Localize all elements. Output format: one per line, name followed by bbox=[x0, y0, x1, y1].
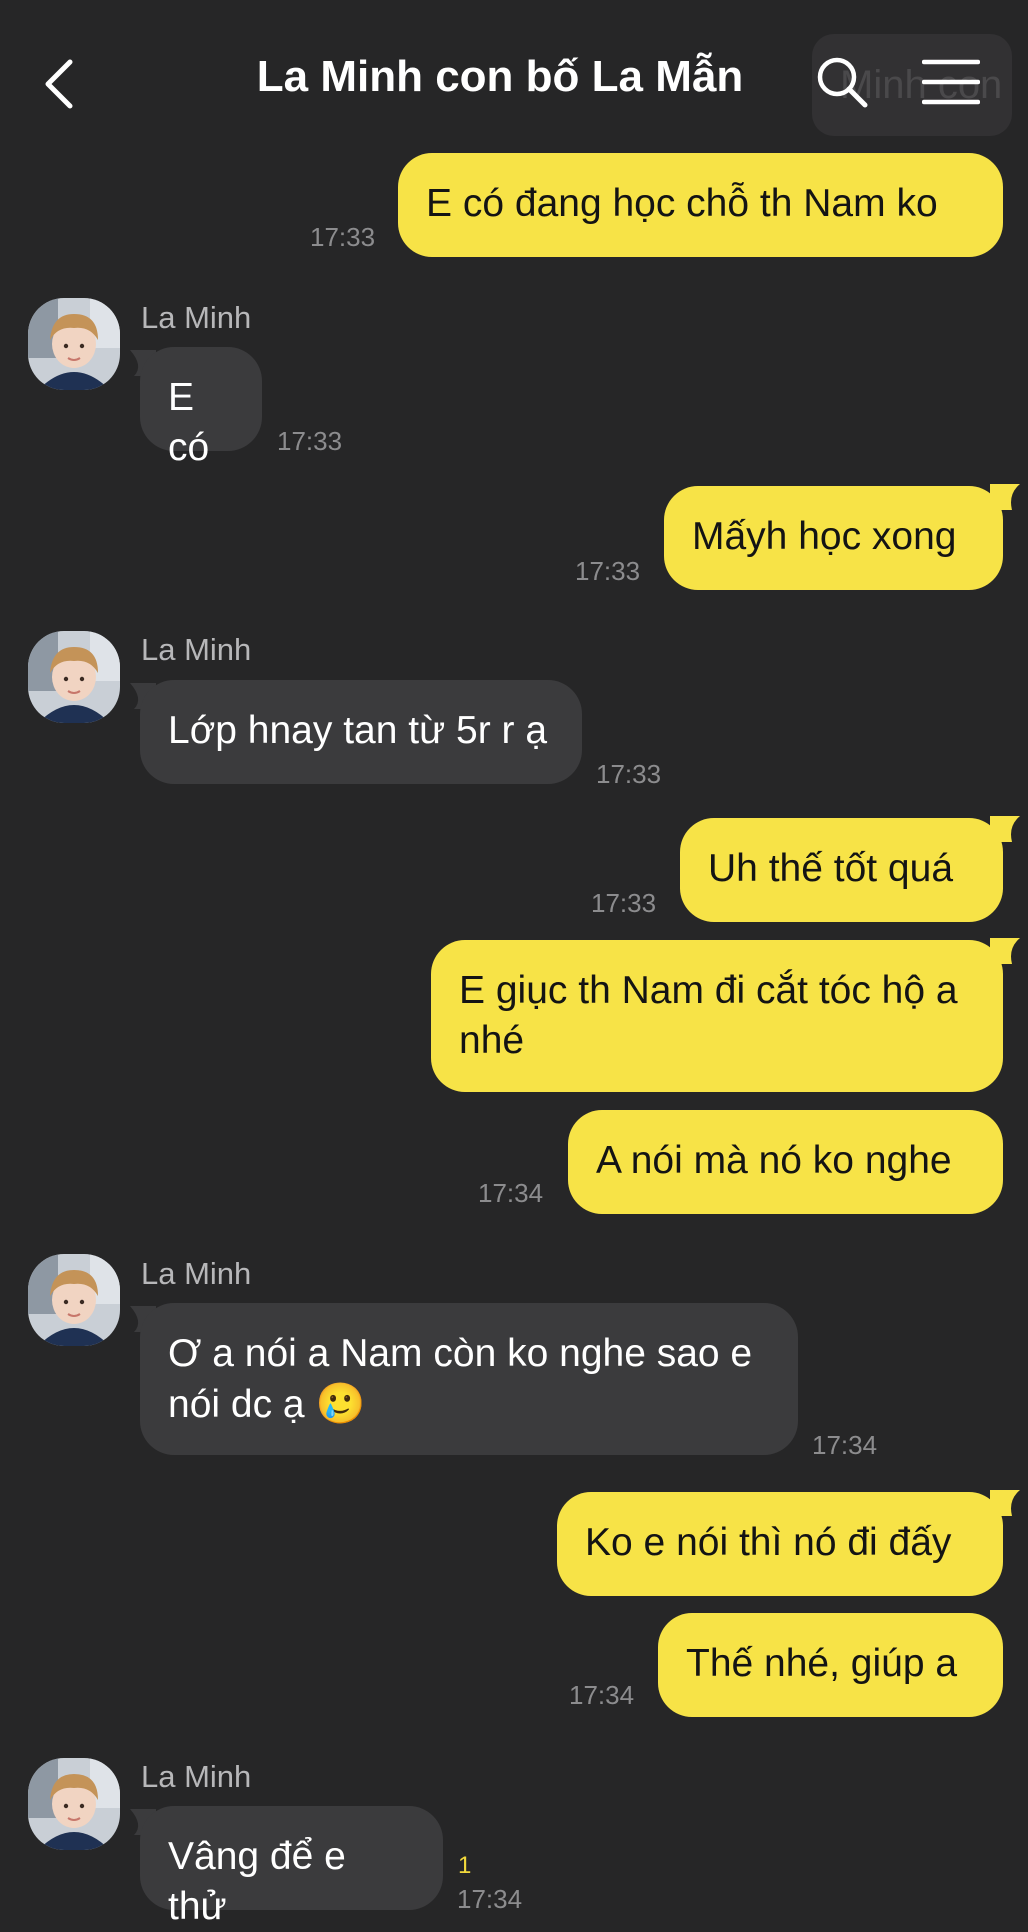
message-time: 17:33 bbox=[591, 888, 657, 918]
search-icon bbox=[817, 57, 868, 108]
unread-count: 1 bbox=[458, 1852, 472, 1879]
avatar[interactable] bbox=[28, 1758, 120, 1850]
message-bubble[interactable]: Mấyh học xong bbox=[664, 486, 1003, 590]
message-bubble[interactable]: Thế nhé, giúp a bbox=[658, 1613, 1003, 1717]
message-time: 17:34 bbox=[478, 1178, 544, 1208]
hamburger-menu-icon bbox=[921, 59, 981, 105]
sender-name: La Minh bbox=[141, 300, 252, 335]
message-text: Uh thế tốt quá bbox=[708, 847, 954, 890]
message-text: Mấyh học xong bbox=[692, 515, 957, 558]
message-text: Thế nhé, giúp a bbox=[686, 1642, 958, 1685]
message-text: E có đang học chỗ th Nam ko bbox=[426, 182, 938, 225]
message-time: 17:34 bbox=[812, 1430, 878, 1460]
message-bubble[interactable]: E giục th Nam đi cắt tóc hộ a nhé bbox=[431, 940, 1003, 1092]
message-time: 17:33 bbox=[310, 222, 376, 252]
bubble-tail bbox=[990, 938, 1020, 964]
message-bubble[interactable]: A nói mà nó ko nghe bbox=[568, 1110, 1003, 1214]
message-bubble[interactable]: Uh thế tốt quá bbox=[680, 818, 1003, 922]
message-bubble[interactable]: Ko e nói thì nó đi đấy bbox=[557, 1492, 1003, 1596]
avatar[interactable] bbox=[28, 1254, 120, 1346]
message-text: Vâng để e thử bbox=[168, 1835, 346, 1928]
message-time: 17:34 bbox=[457, 1884, 523, 1914]
sender-name: La Minh bbox=[141, 1256, 252, 1291]
message-time: 17:34 bbox=[569, 1680, 635, 1710]
message-text: Ko e nói thì nó đi đấy bbox=[585, 1521, 952, 1564]
back-chevron-icon bbox=[45, 59, 73, 109]
message-text: E có bbox=[168, 376, 210, 469]
message-time: 17:33 bbox=[575, 556, 641, 586]
chat-header: Minh con La Minh con bố La Mẫn bbox=[0, 0, 1028, 160]
chat-title: La Minh con bố La Mẫn bbox=[256, 52, 744, 101]
search-button[interactable] bbox=[814, 54, 870, 110]
bubble-tail bbox=[990, 1490, 1020, 1516]
menu-button[interactable] bbox=[921, 58, 981, 106]
chat-screen: Minh con La Minh con bố La Mẫn 17:33 E c… bbox=[0, 0, 1028, 1928]
message-time: 17:33 bbox=[596, 759, 662, 789]
message-text: E giục th Nam đi cắt tóc hộ a nhé bbox=[459, 969, 958, 1062]
bubble-tail bbox=[990, 484, 1020, 510]
message-time: 17:33 bbox=[277, 426, 343, 456]
message-bubble[interactable]: Vâng để e thử bbox=[140, 1806, 443, 1928]
bubble-tail bbox=[990, 816, 1020, 842]
message-bubble[interactable]: E có bbox=[140, 347, 262, 469]
message-text: Lớp hnay tan từ 5r r ạ bbox=[168, 709, 548, 752]
sender-name: La Minh bbox=[141, 1759, 252, 1794]
message-text: Ơ a nói a Nam còn ko nghe sao e nói dc ạ bbox=[168, 1332, 753, 1426]
crying-smile-emoji: 🥲 bbox=[315, 1382, 366, 1426]
sender-name: La Minh bbox=[141, 632, 252, 667]
back-button[interactable] bbox=[40, 56, 80, 112]
message-text: A nói mà nó ko nghe bbox=[596, 1139, 952, 1182]
message-bubble[interactable]: Lớp hnay tan từ 5r r ạ bbox=[140, 680, 582, 784]
message-bubble[interactable]: Ơ a nói a Nam còn ko nghe sao e nói dc ạ… bbox=[140, 1303, 798, 1455]
avatar[interactable] bbox=[28, 298, 120, 390]
avatar[interactable] bbox=[28, 631, 120, 723]
message-bubble[interactable]: E có đang học chỗ th Nam ko bbox=[398, 153, 1003, 257]
